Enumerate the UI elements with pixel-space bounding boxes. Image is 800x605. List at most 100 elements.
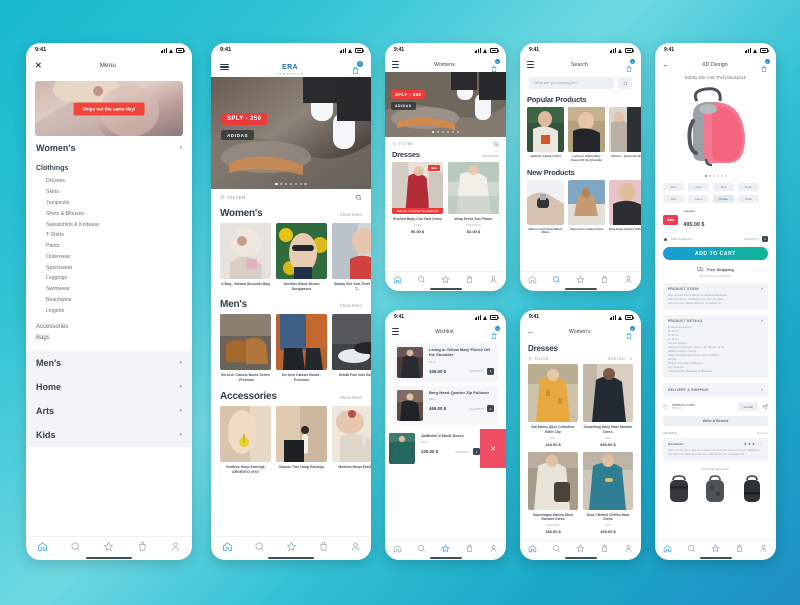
account-tab[interactable] [489,275,498,284]
color-chip-group[interactable]: Blue Grey Pink Rose Red Green Purple Vio… [655,177,776,204]
home-tab[interactable] [528,544,537,553]
menu-item-beachwear[interactable]: Beachwear [36,295,182,306]
hamburger-icon[interactable] [527,60,534,69]
wishlist-tab[interactable] [441,544,450,553]
product-card[interactable]: Disa J Belted Chiffon Maxi Dress SLIX 43… [583,451,633,534]
product-card[interactable]: Something Navy Maxi Sweater Dress ZRL 65… [583,364,633,447]
filter-button[interactable]: FILTER [528,357,549,361]
product-card[interactable]: It Bag - Sahara Shoulder Bag [220,223,271,291]
quantity-stepper[interactable]: QUANTITY 1 [469,405,494,413]
cart-button[interactable]: 0 [625,326,635,339]
product-card[interactable]: Sehati Run Vulc Boots [332,314,371,382]
dresses-scroll[interactable]: Dresses FILTER SORTING Eat Meees Alien C… [520,339,641,540]
menu-accordion-arts[interactable]: Arts ▾ [26,399,192,424]
search-tab[interactable] [417,275,426,284]
product-card[interactable]: Wilson Used Strap Watch 38mm [527,179,564,236]
account-tab[interactable] [624,544,633,553]
recommended-products[interactable] [655,474,776,504]
show-more-link[interactable]: Show More [482,154,499,158]
reviews-show-all[interactable]: Show All [756,431,768,435]
color-chip[interactable]: Violet [738,195,759,204]
account-tab[interactable] [759,544,768,553]
menu-accordion-mens[interactable]: Men's ▾ [26,351,192,376]
menu-item-accessories[interactable]: Accessories [36,324,182,330]
product-card[interactable]: Six Inch Classic Boots Series - Premium [220,314,271,382]
product-card[interactable]: Eat Meees Alien Collection Edith City SI… [528,364,578,447]
home-tab[interactable] [37,541,48,552]
product-card[interactable]: Medium Hoop Earrings [332,405,371,474]
tab-bar[interactable] [655,540,776,556]
product-card[interactable]: Sale What Are You Doing This Weekend? Ru… [392,162,443,234]
menu-accordion-kids[interactable]: Kids ▾ [26,423,192,448]
color-chip[interactable]: Grey [688,183,709,192]
wishlist-item-swiped[interactable]: Jadforth V-Neck Dress Mora 225.00 $ QUAN… [385,429,506,468]
delete-button[interactable]: ✕ [480,429,506,468]
cart-button[interactable]: 0 [760,59,770,72]
product-row-accessories[interactable]: Endless Hoop Earrings ARGENTO VIVO Class… [211,405,371,474]
filter-button[interactable]: FILTER [220,195,246,200]
show-more-link[interactable]: Show More [340,395,362,400]
search-tab[interactable] [254,541,265,552]
menu-item-sportsweat[interactable]: Sportsweat [36,262,182,273]
account-tab[interactable] [350,541,361,552]
tab-bar[interactable] [211,536,371,556]
search-tab[interactable] [70,541,81,552]
recommended-bag-1[interactable] [666,474,692,504]
carousel-dots[interactable] [211,182,371,185]
tab-bar[interactable] [385,271,506,287]
account-tab[interactable] [489,544,498,553]
menu-item-shirts-blouses[interactable]: Shirts & Blouses [36,208,182,219]
accordion-product-story[interactable]: PRODUCT STORY ▾ Nunc in amet lorem. Maur… [663,283,768,311]
menu-item-outerwear[interactable]: Outerwear [36,251,182,262]
wishlist-tab[interactable] [441,275,450,284]
bag-tab[interactable] [600,544,609,553]
product-card[interactable]: Wrap Dress Sun Flower PRECIOSO 63.00 $ [448,162,499,234]
cart-button[interactable]: 0 [490,326,500,339]
wishlist-tab[interactable] [711,544,720,553]
color-chip-selected[interactable]: Purple [713,195,734,204]
product-card[interactable]: Berg Heart Quarter Pullover [609,179,641,236]
search-tab[interactable] [687,544,696,553]
search-scroll[interactable]: What are you looking for? Popular Produc… [520,72,641,271]
hamburger-icon[interactable] [392,327,399,336]
home-scroll[interactable]: SPLY - 350 ADIDAS FILTER Women's Show Mo… [211,77,371,536]
product-row-popular[interactable]: Jadforth V-Neck T-Shirt Living in Yellow… [520,107,641,163]
back-arrow-icon[interactable]: ← [662,60,670,69]
bag-tab[interactable] [600,275,609,284]
product-card[interactable]: Living in Yellow Mary Fleece Off the Sho… [568,107,605,163]
detail-scroll[interactable]: Bobby Elle Anti-Theft Backpack Blue Grey… [655,72,776,540]
filter-button[interactable]: FILTER [392,142,413,146]
tab-bar[interactable] [520,271,641,287]
home-tab[interactable] [222,541,233,552]
account-tab[interactable] [170,541,181,552]
tab-bar[interactable] [520,540,641,556]
product-hero-image[interactable] [655,85,776,171]
wishlist-tab[interactable] [576,275,585,284]
color-chip[interactable]: Red [663,195,684,204]
product-card[interactable]: Style Fever Leather Pack [568,179,605,236]
home-tab[interactable] [393,544,402,553]
search-submit-button[interactable] [618,77,632,89]
menu-item-leggings[interactable]: Leggings [36,273,182,284]
product-grid-dresses[interactable]: Eat Meees Alien Collection Edith City SI… [520,364,641,534]
product-row-womens[interactable]: It Bag - Sahara Shoulder Bag Sheldon Bla… [211,223,371,291]
recommended-bag-2[interactable] [702,474,728,504]
product-card[interactable]: Endless Hoop Earrings ARGENTO VIVO [220,405,271,474]
product-card[interactable]: Six Inch Classic Boots - Premium [276,314,327,382]
bag-tab[interactable] [318,541,329,552]
wishlist-tab[interactable] [576,544,585,553]
account-tab[interactable] [624,275,633,284]
wishlist-item[interactable]: Living in Yellow Mary Fleece Off the Sho… [393,343,498,382]
send-icon[interactable] [762,404,768,410]
cart-button[interactable]: 0 [625,59,635,72]
product-card[interactable]: Women - Brown Bomber [609,107,641,163]
search-tab[interactable] [552,544,561,553]
menu-item-pants[interactable]: Pants [36,241,182,252]
home-hero-banner[interactable]: SPLY - 350 ADIDAS [211,77,371,189]
wishlist-tab[interactable] [286,541,297,552]
wishlist-item[interactable]: Berg Heart Quarter Zip Pullover Mora 465… [393,386,498,425]
product-card[interactable]: Superzagas Marino Wool Sweater Dress AHA… [528,451,578,534]
color-chip[interactable]: Blue [663,183,684,192]
share-button[interactable]: SHARE [738,402,758,412]
recommended-bag-3[interactable] [739,474,765,504]
